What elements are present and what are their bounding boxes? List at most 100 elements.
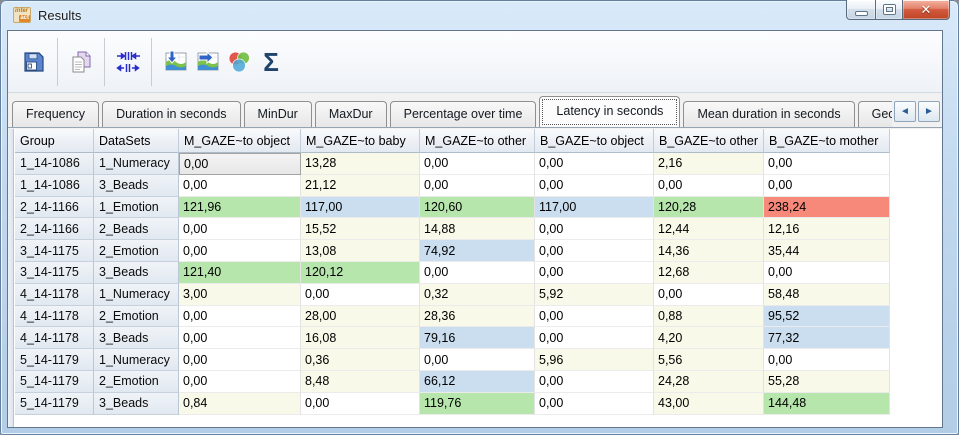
value-cell[interactable]: 13,28 xyxy=(301,153,420,175)
row-dataset-cell[interactable]: 3_Beads xyxy=(94,174,179,197)
value-cell[interactable]: 0,84 xyxy=(179,392,301,415)
value-cell[interactable]: 8,48 xyxy=(301,370,420,393)
row-group-cell[interactable]: 5_14-1179 xyxy=(15,370,94,393)
value-cell[interactable]: 0,00 xyxy=(535,305,654,328)
row-dataset-cell[interactable]: 1_Numeracy xyxy=(94,153,179,175)
row-group-cell[interactable]: 5_14-1179 xyxy=(15,349,94,371)
value-cell[interactable]: 0,00 xyxy=(420,153,535,175)
value-cell[interactable]: 15,52 xyxy=(301,218,420,241)
value-cell[interactable]: 28,36 xyxy=(420,305,535,328)
value-cell[interactable]: 119,76 xyxy=(420,392,535,415)
fit-column-width-button[interactable] xyxy=(112,44,144,80)
chart-import-button[interactable] xyxy=(159,44,191,80)
value-cell[interactable]: 0,00 xyxy=(535,392,654,415)
value-cell[interactable]: 2,16 xyxy=(654,153,764,175)
row-dataset-cell[interactable]: 1_Numeracy xyxy=(94,349,179,371)
value-cell[interactable]: 0,00 xyxy=(535,153,654,175)
value-cell[interactable]: 5,92 xyxy=(535,283,654,306)
value-cell[interactable]: 0,00 xyxy=(301,392,420,415)
value-cell[interactable]: 0,00 xyxy=(535,261,654,284)
row-group-cell[interactable]: 2_14-1166 xyxy=(15,218,94,241)
tab-latency-in-seconds[interactable]: Latency in seconds xyxy=(539,96,681,127)
value-cell[interactable]: 0,00 xyxy=(764,349,890,371)
value-cell[interactable]: 0,00 xyxy=(535,327,654,350)
interact-logo-icon[interactable]: inter act xyxy=(13,7,31,23)
value-cell[interactable]: 0,00 xyxy=(179,153,301,175)
value-cell[interactable]: 5,96 xyxy=(535,349,654,371)
tab-frequency[interactable]: Frequency xyxy=(12,101,100,127)
value-cell[interactable]: 14,36 xyxy=(654,240,764,262)
value-cell[interactable]: 14,88 xyxy=(420,218,535,241)
value-cell[interactable]: 120,28 xyxy=(654,196,764,219)
column-header[interactable]: B_GAZE~to object xyxy=(535,129,654,153)
value-cell[interactable]: 0,00 xyxy=(764,174,890,197)
value-cell[interactable]: 12,16 xyxy=(764,218,890,241)
value-cell[interactable]: 0,00 xyxy=(420,349,535,371)
maximize-button[interactable] xyxy=(876,0,903,20)
row-group-cell[interactable]: 4_14-1178 xyxy=(15,283,94,306)
row-group-cell[interactable]: 5_14-1179 xyxy=(15,392,94,415)
sum-button[interactable]: Σ xyxy=(255,44,287,80)
value-cell[interactable]: 0,00 xyxy=(764,153,890,175)
value-cell[interactable]: 0,36 xyxy=(301,349,420,371)
tab-mindur[interactable]: MinDur xyxy=(243,101,312,127)
value-cell[interactable]: 21,12 xyxy=(301,174,420,197)
row-dataset-cell[interactable]: 2_Emotion xyxy=(94,305,179,328)
value-cell[interactable]: 43,00 xyxy=(654,392,764,415)
row-dataset-cell[interactable]: 3_Beads xyxy=(94,392,179,415)
tab-duration-in-seconds[interactable]: Duration in seconds xyxy=(102,101,241,127)
value-cell[interactable]: 28,00 xyxy=(301,305,420,328)
tab-maxdur[interactable]: MaxDur xyxy=(314,101,387,127)
compare-button[interactable] xyxy=(223,44,255,80)
value-cell[interactable]: 0,00 xyxy=(179,305,301,328)
row-dataset-cell[interactable]: 3_Beads xyxy=(94,327,179,350)
value-cell[interactable]: 0,00 xyxy=(535,240,654,262)
chart-export-button[interactable] xyxy=(191,44,223,80)
close-button[interactable]: ✕ xyxy=(903,0,950,20)
value-cell[interactable]: 117,00 xyxy=(535,196,654,219)
tab-scroll-left-button[interactable]: ◄ xyxy=(894,101,916,122)
column-header[interactable]: M_GAZE~to baby xyxy=(301,129,420,153)
value-cell[interactable]: 0,32 xyxy=(420,283,535,306)
value-cell[interactable]: 55,28 xyxy=(764,370,890,393)
value-cell[interactable]: 4,20 xyxy=(654,327,764,350)
value-cell[interactable]: 120,12 xyxy=(301,261,420,284)
value-cell[interactable]: 12,44 xyxy=(654,218,764,241)
value-cell[interactable]: 117,00 xyxy=(301,196,420,219)
value-cell[interactable]: 0,00 xyxy=(179,240,301,262)
row-dataset-cell[interactable]: 2_Emotion xyxy=(94,240,179,262)
value-cell[interactable]: 35,44 xyxy=(764,240,890,262)
value-cell[interactable]: 0,00 xyxy=(654,174,764,197)
value-cell[interactable]: 5,56 xyxy=(654,349,764,371)
row-group-cell[interactable]: 3_14-1175 xyxy=(15,240,94,262)
value-cell[interactable]: 24,28 xyxy=(654,370,764,393)
value-cell[interactable]: 144,48 xyxy=(764,392,890,415)
value-cell[interactable]: 16,08 xyxy=(301,327,420,350)
row-dataset-cell[interactable]: 3_Beads xyxy=(94,261,179,284)
column-header[interactable]: M_GAZE~to other xyxy=(420,129,535,153)
value-cell[interactable]: 66,12 xyxy=(420,370,535,393)
value-cell[interactable]: 0,00 xyxy=(420,174,535,197)
column-header[interactable]: B_GAZE~to mother xyxy=(764,129,890,153)
column-header[interactable]: Group xyxy=(15,129,94,153)
value-cell[interactable]: 95,52 xyxy=(764,305,890,328)
value-cell[interactable]: 77,32 xyxy=(764,327,890,350)
value-cell[interactable]: 0,00 xyxy=(179,174,301,197)
value-cell[interactable]: 79,16 xyxy=(420,327,535,350)
value-cell[interactable]: 0,88 xyxy=(654,305,764,328)
value-cell[interactable]: 0,00 xyxy=(535,174,654,197)
save-button[interactable] xyxy=(18,44,50,80)
row-group-cell[interactable]: 4_14-1178 xyxy=(15,305,94,328)
value-cell[interactable]: 13,08 xyxy=(301,240,420,262)
value-cell[interactable]: 0,00 xyxy=(764,261,890,284)
value-cell[interactable]: 3,00 xyxy=(179,283,301,306)
value-cell[interactable]: 58,48 xyxy=(764,283,890,306)
row-dataset-cell[interactable]: 2_Beads xyxy=(94,218,179,241)
value-cell[interactable]: 121,40 xyxy=(179,261,301,284)
row-dataset-cell[interactable]: 2_Emotion xyxy=(94,370,179,393)
value-cell[interactable]: 0,00 xyxy=(179,218,301,241)
tab-geometric-mean-dura[interactable]: Geometric mean dura xyxy=(857,101,892,127)
value-cell[interactable]: 0,00 xyxy=(301,283,420,306)
row-group-cell[interactable]: 3_14-1175 xyxy=(15,261,94,284)
row-group-cell[interactable]: 1_14-1086 xyxy=(15,174,94,197)
